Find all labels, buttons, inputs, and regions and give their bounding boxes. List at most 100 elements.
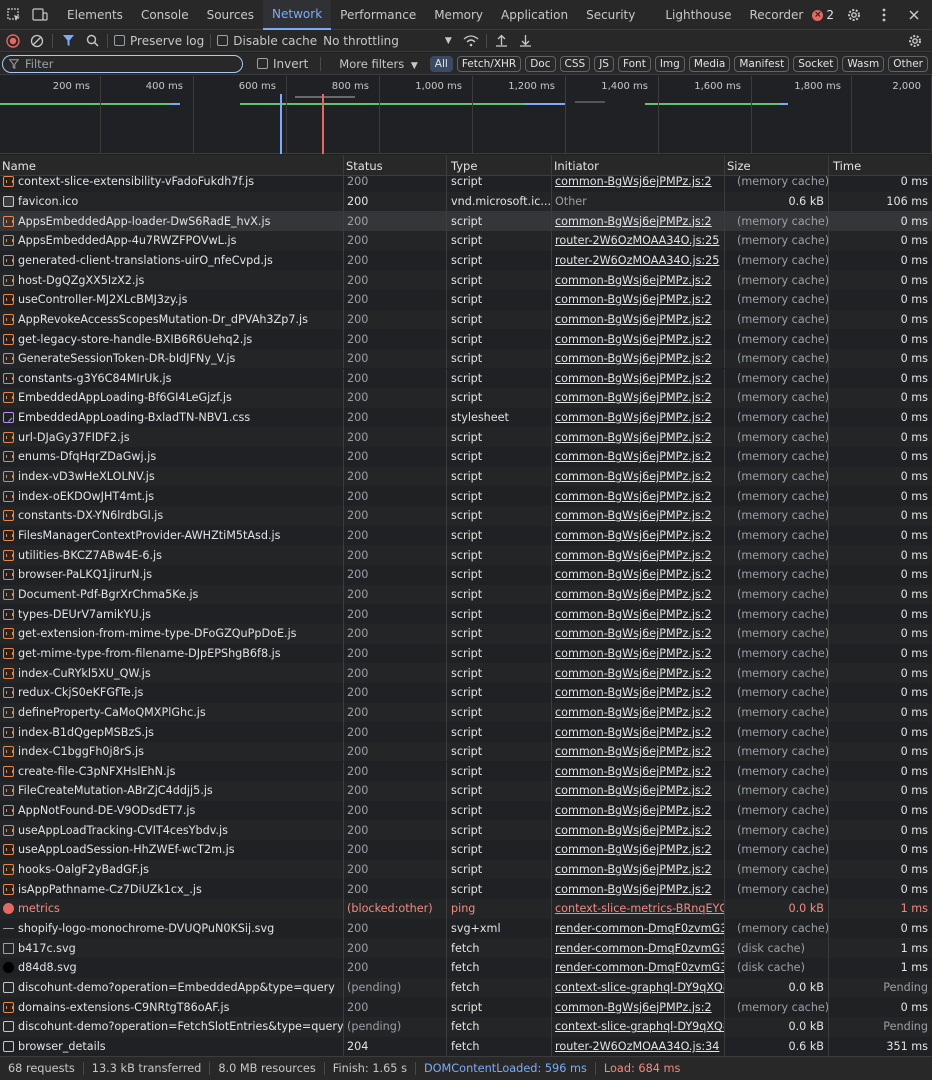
- table-row[interactable]: b417c.svg 200 fetch render-common-DmqF0zvmG…: [0, 938, 932, 958]
- table-row[interactable]: browser-PaLKQ1jirurN.js 200 script common-B…: [0, 565, 932, 585]
- cell-name[interactable]: useAppLoadSession-HhZWEf-wcT2m.js: [0, 840, 344, 860]
- table-row[interactable]: index-C1bggFh0j8rS.js 200 script common-BgW…: [0, 741, 932, 762]
- cell-name[interactable]: metrics: [0, 899, 344, 919]
- cell-name[interactable]: index-vD3wHeXLOLNV.js: [0, 466, 344, 487]
- cell-initiator[interactable]: common-BgWsj6ejPMPz.js:2: [552, 506, 725, 526]
- table-row[interactable]: useController-MJ2XLcBMJ3zy.js 200 script co…: [0, 289, 932, 310]
- cell-initiator[interactable]: Other: [552, 191, 725, 212]
- table-row[interactable]: index-CuRYkl5XU_QW.js 200 script common-BgW…: [0, 663, 932, 683]
- table-row[interactable]: isAppPathname-Cz7DiUZk1cx_.js 200 script co…: [0, 879, 932, 900]
- table-row[interactable]: FilesManagerContextProvider-AWHZtiM5tAsd…: [0, 525, 932, 546]
- cell-initiator[interactable]: router-2W6OzMOAA34O.js:34: [552, 1036, 725, 1056]
- cell-initiator[interactable]: common-BgWsj6ejPMPz.js:2: [552, 781, 725, 801]
- preserve-log-checkbox[interactable]: Preserve log: [114, 34, 204, 48]
- tab-lighthouse[interactable]: Lighthouse: [656, 0, 740, 30]
- column-header-name[interactable]: Name: [0, 155, 344, 176]
- cell-name[interactable]: EmbeddedAppLoading-Bf6GI4LeGjzf.js: [0, 388, 344, 408]
- table-row[interactable]: get-mime-type-from-filename-DJpEPShgB6f8…: [0, 643, 932, 664]
- preserve-log-check-icon[interactable]: [114, 35, 125, 46]
- network-conditions-wifi-icon[interactable]: [462, 32, 480, 50]
- cell-initiator[interactable]: common-BgWsj6ejPMPz.js:2: [552, 879, 725, 900]
- column-header-size[interactable]: Size: [725, 155, 829, 176]
- table-row[interactable]: favicon.ico 200 vnd.microsoft.ic... Other 0.…: [0, 191, 932, 212]
- cell-initiator[interactable]: common-BgWsj6ejPMPz.js:2: [552, 840, 725, 860]
- table-row[interactable]: metrics (blocked:other) ping context-slice-…: [0, 899, 932, 919]
- cell-name[interactable]: redux-CkjS0eKFGfTe.js: [0, 682, 344, 703]
- disable-cache-check-icon[interactable]: [217, 35, 229, 46]
- table-row[interactable]: utilities-BKCZ7ABw4E-6.js 200 script common…: [0, 545, 932, 565]
- search-icon[interactable]: [83, 32, 101, 50]
- cell-initiator[interactable]: common-BgWsj6ejPMPz.js:2: [552, 604, 725, 624]
- cell-initiator[interactable]: common-BgWsj6ejPMPz.js:2: [552, 584, 725, 605]
- table-row[interactable]: AppNotFound-DE-V9ODsdET7.js 200 script comm…: [0, 800, 932, 821]
- table-row[interactable]: d84d8.svg 200 fetch render-common-DmqF0zvmG…: [0, 958, 932, 978]
- cell-initiator[interactable]: common-BgWsj6ejPMPz.js:2: [552, 663, 725, 683]
- cell-initiator[interactable]: common-BgWsj6ejPMPz.js:2: [552, 702, 725, 723]
- record-stop-icon[interactable]: [4, 32, 22, 50]
- cell-initiator[interactable]: render-common-DmqF0zvmG3\: [552, 918, 725, 939]
- cell-initiator[interactable]: common-BgWsj6ejPMPz.js:2: [552, 176, 725, 192]
- cell-name[interactable]: browser_details: [0, 1036, 344, 1056]
- throttling-select[interactable]: No throttling ▼: [323, 34, 452, 48]
- column-header-initiator[interactable]: Initiator: [552, 155, 725, 176]
- invert-check-icon[interactable]: [257, 58, 268, 69]
- cell-initiator[interactable]: common-BgWsj6ejPMPz.js:2: [552, 388, 725, 408]
- cell-initiator[interactable]: common-BgWsj6ejPMPz.js:2: [552, 407, 725, 428]
- cell-name[interactable]: discohunt-demo?operation=FetchSlotEntrie…: [0, 1016, 344, 1037]
- cell-name[interactable]: url-DJaGy37FIDF2.js: [0, 427, 344, 448]
- cell-name[interactable]: discohunt-demo?operation=EmbeddedApp&typ…: [0, 977, 344, 998]
- cell-name[interactable]: utilities-BKCZ7ABw4E-6.js: [0, 545, 344, 565]
- cell-name[interactable]: d84d8.svg: [0, 958, 344, 978]
- table-row[interactable]: types-DEUrV7amikYU.js 200 script common-BgW…: [0, 604, 932, 624]
- tab-sources[interactable]: Sources: [198, 0, 263, 30]
- cell-initiator[interactable]: common-BgWsj6ejPMPz.js:2: [552, 368, 725, 389]
- cell-initiator[interactable]: common-BgWsj6ejPMPz.js:2: [552, 643, 725, 664]
- filter-chip-img[interactable]: Img: [654, 55, 685, 72]
- table-row[interactable]: shopify-logo-monochrome-DVUQPuN0KSij.svg…: [0, 918, 932, 939]
- filter-chip-all[interactable]: All: [429, 55, 453, 72]
- cell-name[interactable]: get-legacy-store-handle-BXIB6R6Uehq2.js: [0, 329, 344, 349]
- cell-initiator[interactable]: common-BgWsj6ejPMPz.js:2: [552, 682, 725, 703]
- disable-cache-checkbox[interactable]: Disable cache: [217, 34, 317, 48]
- cell-name[interactable]: index-B1dQgepMSBzS.js: [0, 722, 344, 742]
- error-count-badge[interactable]: × 2: [812, 8, 834, 22]
- cell-name[interactable]: constants-DX-YN6lrdbGl.js: [0, 506, 344, 526]
- cell-name[interactable]: EmbeddedAppLoading-BxladTN-NBV1.css: [0, 407, 344, 428]
- filter-chip-fetchxhr[interactable]: Fetch/XHR: [456, 55, 522, 72]
- tab-network[interactable]: Network: [263, 0, 332, 30]
- cell-initiator[interactable]: render-common-DmqF0zvmG3\: [552, 958, 725, 978]
- table-row[interactable]: browser_details 204 fetch router-2W6OzMOAA3…: [0, 1036, 932, 1056]
- cell-initiator[interactable]: common-BgWsj6ejPMPz.js:2: [552, 565, 725, 585]
- table-row[interactable]: FileCreateMutation-ABrZjC4ddjj5.js 200 scr…: [0, 781, 932, 801]
- cell-name[interactable]: AppsEmbeddedApp-4u7RWZFPOVwL.js: [0, 230, 344, 251]
- cell-name[interactable]: AppRevokeAccessScopesMutation-Dr_dPVAh3Z…: [0, 309, 344, 330]
- table-row[interactable]: discohunt-demo?operation=EmbeddedApp&typ…: [0, 977, 932, 998]
- cell-name[interactable]: get-mime-type-from-filename-DJpEPShgB6f8…: [0, 643, 344, 664]
- cell-initiator[interactable]: common-BgWsj6ejPMPz.js:2: [552, 447, 725, 467]
- tab-performance[interactable]: Performance: [331, 0, 425, 30]
- cell-name[interactable]: AppNotFound-DE-V9ODsdET7.js: [0, 800, 344, 821]
- filter-chip-js[interactable]: JS: [594, 55, 614, 72]
- cell-name[interactable]: create-file-C3pNFXHslEhN.js: [0, 761, 344, 782]
- cell-initiator[interactable]: common-BgWsj6ejPMPz.js:2: [552, 820, 725, 841]
- table-row[interactable]: AppsEmbeddedApp-loader-DwS6RadE_hvX.js 20…: [0, 211, 932, 231]
- table-row[interactable]: host-DgQZgXX5IzX2.js 200 script common-BgWs…: [0, 270, 932, 290]
- cell-name[interactable]: useAppLoadTracking-CVIT4cesYbdv.js: [0, 820, 344, 841]
- table-row[interactable]: useAppLoadSession-HhZWEf-wcT2m.js 200 scri…: [0, 840, 932, 860]
- table-row[interactable]: constants-g3Y6C84MIrUk.js 200 script common…: [0, 368, 932, 389]
- table-row[interactable]: redux-CkjS0eKFGfTe.js 200 script common-BgW…: [0, 682, 932, 703]
- column-header-status[interactable]: Status: [344, 155, 447, 176]
- settings-gear-icon[interactable]: [844, 5, 864, 25]
- cell-name[interactable]: index-C1bggFh0j8rS.js: [0, 741, 344, 762]
- column-header-type[interactable]: Type: [447, 155, 552, 176]
- cell-initiator[interactable]: router-2W6OzMOAA34O.js:25: [552, 250, 725, 271]
- import-har-icon[interactable]: [493, 32, 511, 50]
- column-header-time[interactable]: Time: [829, 155, 932, 176]
- close-devtools-icon[interactable]: [904, 5, 924, 25]
- table-row[interactable]: generated-client-translations-uirO_nfeCv…: [0, 250, 932, 271]
- table-row[interactable]: create-file-C3pNFXHslEhN.js 200 script comm…: [0, 761, 932, 782]
- cell-name[interactable]: index-oEKDOwJHT4mt.js: [0, 486, 344, 507]
- cell-initiator[interactable]: common-BgWsj6ejPMPz.js:2: [552, 289, 725, 310]
- cell-name[interactable]: context-slice-extensibility-vFadoFukdh7f…: [0, 176, 344, 192]
- table-row[interactable]: index-oEKDOwJHT4mt.js 200 script common-BgW…: [0, 486, 932, 507]
